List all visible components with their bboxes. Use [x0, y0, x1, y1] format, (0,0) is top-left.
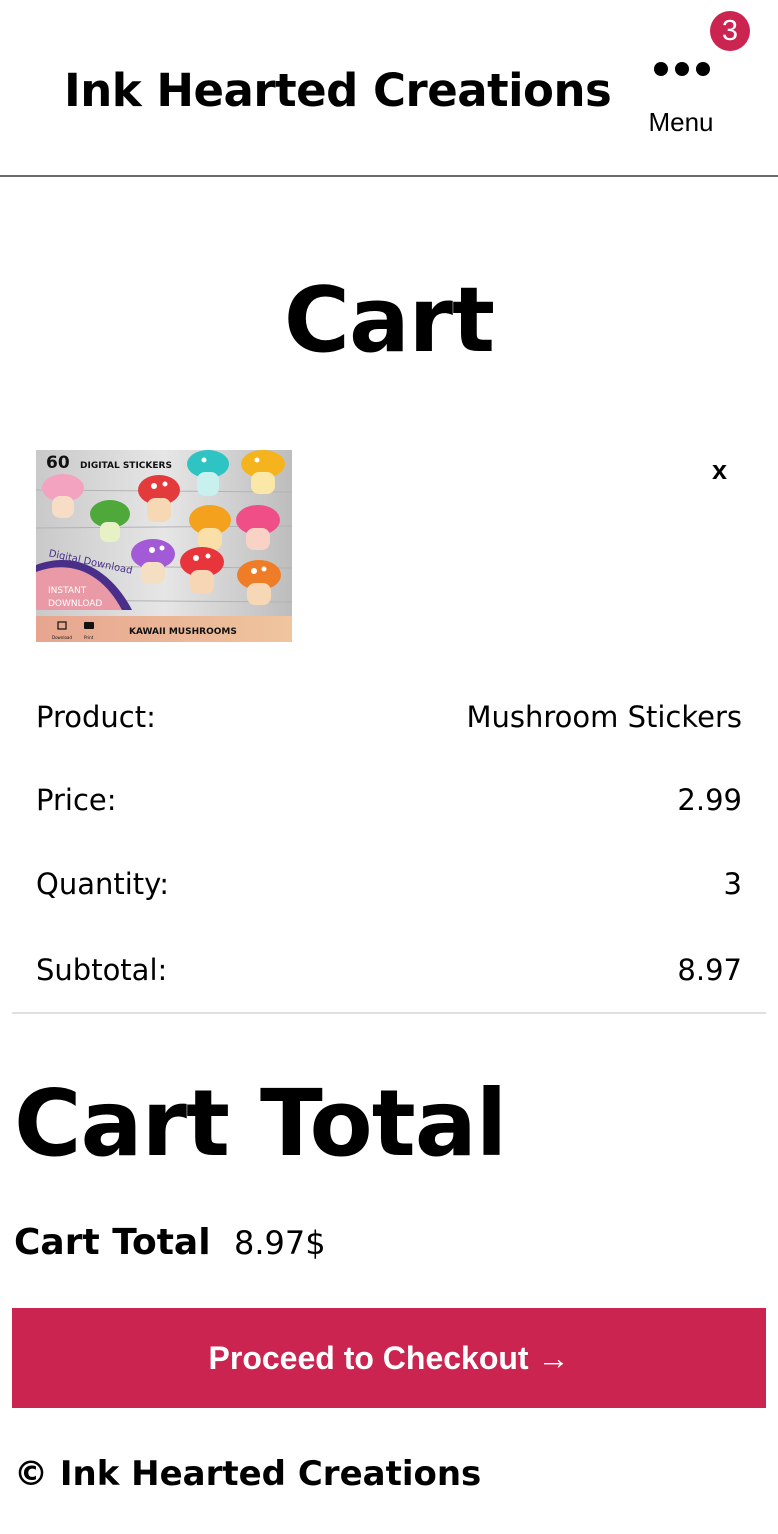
cart-row-subtotal: Subtotal: 8.97	[36, 953, 742, 993]
cart-total-label: Cart Total	[14, 1222, 211, 1263]
print-text: Print	[84, 635, 94, 640]
footer-copyright: © Ink Hearted Creations	[14, 1454, 482, 1494]
row-label: Price:	[36, 783, 117, 817]
cart-row-price: Price: 2.99	[36, 783, 742, 823]
row-value: 8.97	[677, 953, 742, 987]
more-dots-icon	[654, 62, 710, 78]
row-value: 3	[723, 867, 742, 901]
divider	[12, 1012, 766, 1014]
sticker-count-text: 60	[46, 453, 70, 473]
menu-label: Menu	[648, 107, 714, 137]
cart-row-product: Product: Mushroom Stickers	[36, 700, 742, 740]
row-value: Mushroom Stickers	[466, 700, 742, 734]
cart-row-quantity: Quantity: 3	[36, 867, 742, 907]
row-label: Quantity:	[36, 867, 169, 901]
remove-item-button[interactable]: x	[712, 455, 727, 486]
product-thumbnail[interactable]: 60 DIGITAL STICKERS Digital Download INS…	[36, 450, 292, 642]
page-title: Cart	[283, 268, 495, 373]
row-value: 2.99	[677, 783, 742, 817]
cart-total-value: 8.97$	[234, 1224, 326, 1262]
menu-button[interactable]: Menu	[640, 52, 722, 142]
instant-text-1: INSTANT	[48, 586, 87, 596]
instant-text-2: DOWNLOAD	[48, 599, 102, 609]
site-header: Ink Hearted Creations Menu	[0, 0, 778, 177]
sticker-heading-text: DIGITAL STICKERS	[80, 461, 172, 471]
row-label: Subtotal:	[36, 953, 168, 987]
cart-count-badge: 3	[710, 11, 750, 51]
product-footer-text: KAWAII MUSHROOMS	[129, 627, 237, 637]
cart-total-heading: Cart Total	[14, 1070, 507, 1177]
proceed-to-checkout-button[interactable]: Proceed to Checkout →	[12, 1308, 766, 1408]
row-label: Product:	[36, 700, 156, 734]
download-text: Download	[52, 635, 72, 640]
site-title[interactable]: Ink Hearted Creations	[64, 64, 612, 117]
